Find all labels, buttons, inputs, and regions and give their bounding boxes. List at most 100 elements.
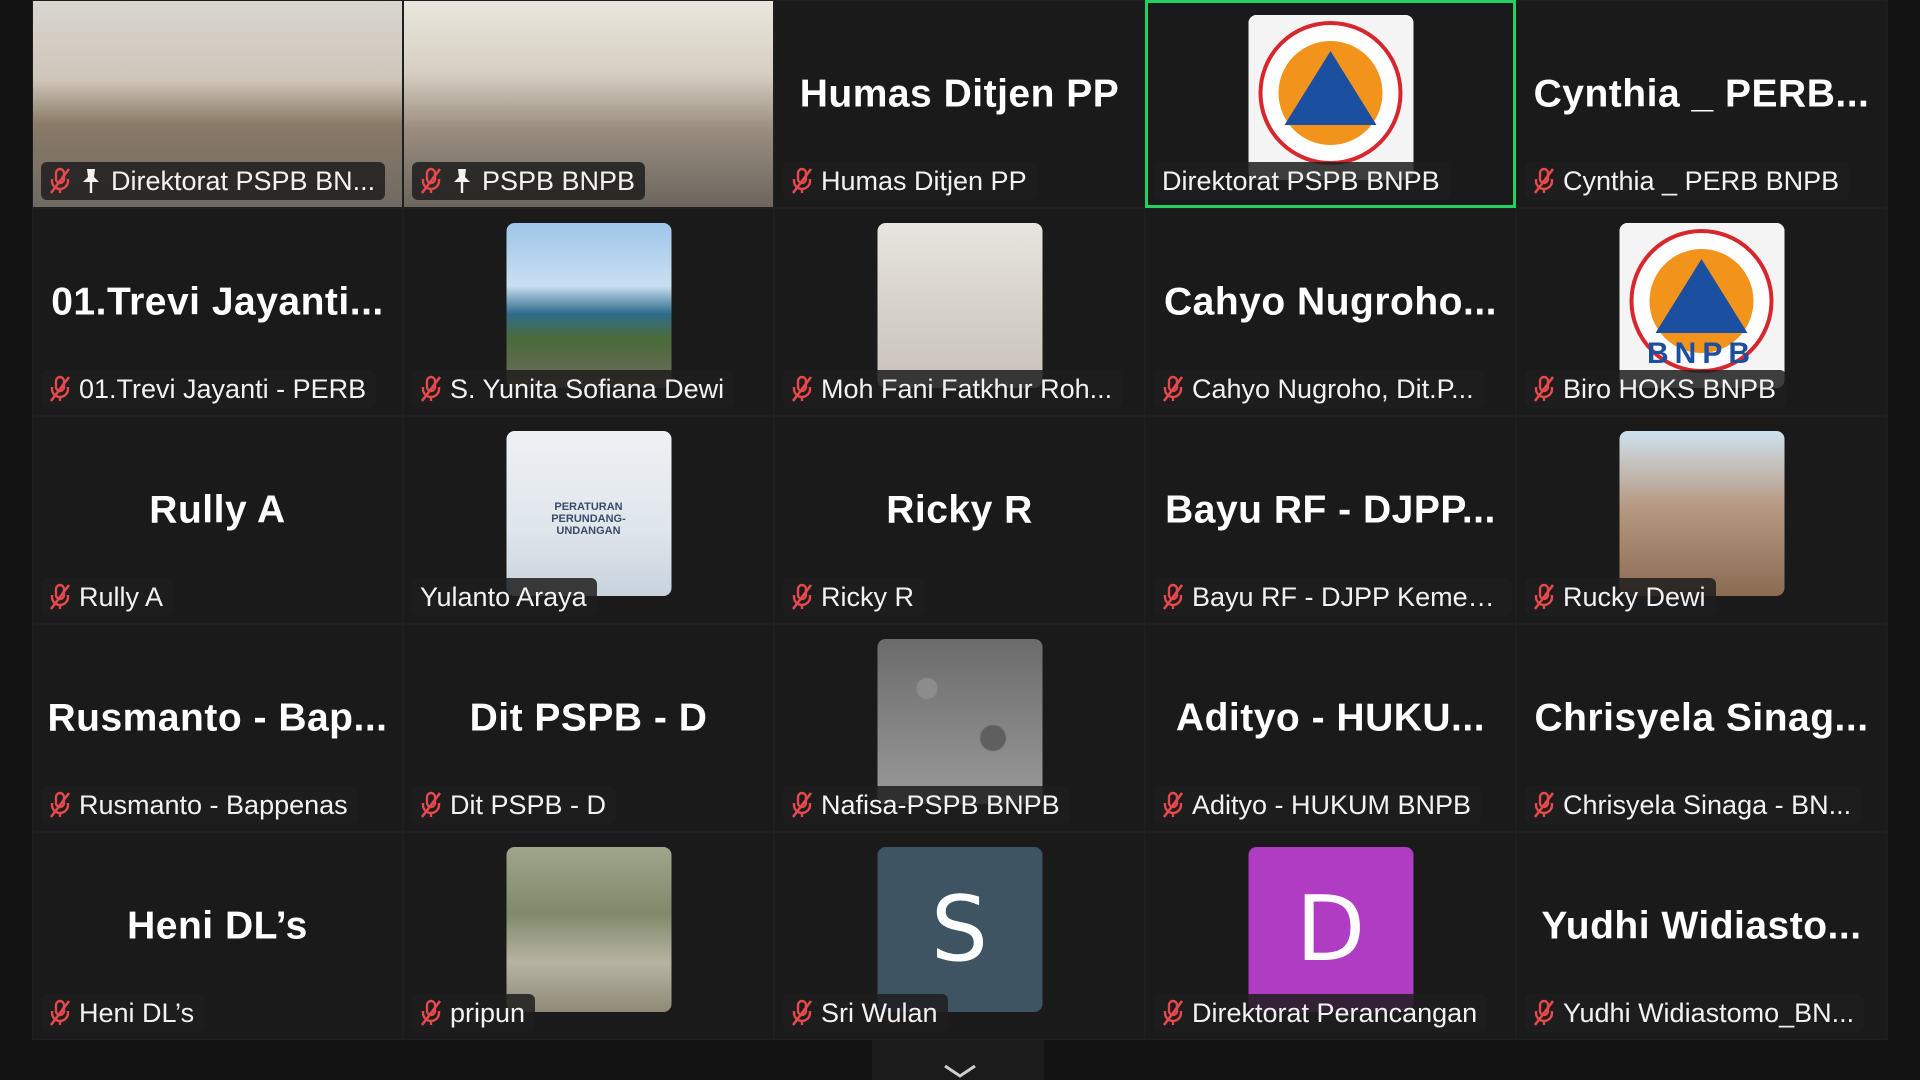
participant-display-name: Rusmanto - Bap... — [47, 696, 388, 740]
mic-muted-icon — [1162, 583, 1184, 610]
participant-name-label: Yudhi Widiastomo_BN... — [1525, 994, 1865, 1032]
chevron-down-icon[interactable] — [942, 1063, 978, 1079]
participant-name: Cynthia _ PERB BNPB — [1563, 165, 1840, 196]
participant-tile[interactable]: Cynthia _ PERB... Cynthia _ PERB BNPB — [1516, 0, 1887, 208]
participant-name: Rusmanto - Bappenas — [79, 789, 348, 820]
logo-text: BNPB — [1646, 337, 1757, 370]
participant-name-label: S. Yunita Sofiana Dewi — [412, 370, 735, 408]
mic-muted-icon — [1162, 375, 1184, 402]
mic-muted-icon — [420, 167, 442, 194]
participant-tile[interactable]: S. Yunita Sofiana Dewi — [403, 208, 774, 416]
mic-muted-icon — [1533, 375, 1555, 402]
participant-name: Rucky Dewi — [1563, 581, 1706, 612]
avatar-initial: S — [930, 877, 989, 982]
participant-name: Dit PSPB - D — [450, 789, 607, 820]
avatar — [1248, 15, 1413, 180]
participant-name: Yulanto Araya — [420, 581, 587, 612]
participant-display-name: Dit PSPB - D — [469, 696, 708, 740]
participant-name-label: Heni DL’s — [41, 994, 205, 1032]
participant-name-label: pripun — [412, 994, 536, 1032]
participant-name: Moh Fani Fatkhur Roh... — [821, 373, 1113, 404]
avatar — [506, 847, 671, 1012]
participant-name-label: Cynthia _ PERB BNPB — [1525, 162, 1850, 200]
bnpb-logo-icon — [1248, 15, 1413, 180]
participant-tile[interactable]: Rully A Rully A — [32, 416, 403, 624]
mic-muted-icon — [791, 583, 813, 610]
participant-tile[interactable]: Direktorat PSPB BNPB — [1145, 0, 1516, 208]
mic-muted-icon — [791, 167, 813, 194]
mic-muted-icon — [791, 999, 813, 1026]
participant-name-label: Rusmanto - Bappenas — [41, 786, 358, 824]
mic-muted-icon — [49, 167, 71, 194]
participant-name: Cahyo Nugroho, Dit.P... — [1192, 373, 1474, 404]
participant-display-name: Rully A — [149, 488, 286, 532]
participant-name-label: Adityo - HUKUM BNPB — [1154, 786, 1482, 824]
mic-muted-icon — [1162, 791, 1184, 818]
participant-display-name: Heni DL’s — [127, 904, 308, 948]
participant-tile[interactable]: Humas Ditjen PP Humas Ditjen PP — [774, 0, 1145, 208]
participant-tile[interactable]: Heni DL’s Heni DL’s — [32, 832, 403, 1040]
avatar — [506, 223, 671, 388]
avatar — [877, 223, 1042, 388]
participant-name-label: Direktorat PSPB BNPB — [1154, 162, 1450, 200]
participant-tile[interactable]: pripun — [403, 832, 774, 1040]
participant-name-label: Humas Ditjen PP — [783, 162, 1037, 200]
participant-name-label: Chrisyela Sinaga - BN... — [1525, 786, 1862, 824]
participant-name: Ricky R — [821, 581, 914, 612]
participant-name-label: Bayu RF - DJPP Kemen... — [1154, 578, 1512, 616]
participant-display-name: Yudhi Widiasto... — [1541, 904, 1862, 948]
pin-icon — [454, 169, 470, 193]
mic-muted-icon — [49, 375, 71, 402]
participant-tile[interactable]: PERATURAN PERUNDANG-UNDANGAN Yulanto Ara… — [403, 416, 774, 624]
participant-tile[interactable]: Ricky R Ricky R — [774, 416, 1145, 624]
participant-name-label: Cahyo Nugroho, Dit.P... — [1154, 370, 1484, 408]
participant-tile[interactable]: Cahyo Nugroho... Cahyo Nugroho, Dit.P... — [1145, 208, 1516, 416]
participant-name-label: Rucky Dewi — [1525, 578, 1716, 616]
participant-name: Chrisyela Sinaga - BN... — [1563, 789, 1852, 820]
participant-tile[interactable]: Dit PSPB - D Dit PSPB - D — [403, 624, 774, 832]
participant-tile[interactable]: 01.Trevi Jayanti... 01.Trevi Jayanti - P… — [32, 208, 403, 416]
mic-muted-icon — [420, 375, 442, 402]
avatar-initial: D — [1295, 877, 1366, 982]
participant-tile[interactable]: Direktorat PSPB BN... — [32, 0, 403, 208]
mic-muted-icon — [49, 791, 71, 818]
participant-tile[interactable]: Yudhi Widiasto... Yudhi Widiastomo_BN... — [1516, 832, 1887, 1040]
participant-tile[interactable]: D Direktorat Perancangan — [1145, 832, 1516, 1040]
participant-tile[interactable]: PSPB BNPB — [403, 0, 774, 208]
pin-icon — [83, 169, 99, 193]
participant-name: 01.Trevi Jayanti - PERB — [79, 373, 367, 404]
participant-name: Biro HOKS BNPB — [1563, 373, 1777, 404]
participant-tile[interactable]: Rucky Dewi — [1516, 416, 1887, 624]
participant-tile[interactable]: Adityo - HUKU... Adityo - HUKUM BNPB — [1145, 624, 1516, 832]
mic-muted-icon — [1533, 999, 1555, 1026]
participant-tile[interactable]: Rusmanto - Bap... Rusmanto - Bappenas — [32, 624, 403, 832]
participant-tile[interactable]: Nafisa-PSPB BNPB — [774, 624, 1145, 832]
participant-name-label: Biro HOKS BNPB — [1525, 370, 1787, 408]
avatar: D — [1248, 847, 1413, 1012]
participant-name: Direktorat Perancangan — [1192, 997, 1478, 1028]
participant-name-label: Yulanto Araya — [412, 578, 597, 616]
participant-display-name: Cynthia _ PERB... — [1533, 72, 1870, 116]
participant-name: Nafisa-PSPB BNPB — [821, 789, 1060, 820]
participant-tile[interactable]: Chrisyela Sinag... Chrisyela Sinaga - BN… — [1516, 624, 1887, 832]
mic-muted-icon — [1162, 999, 1184, 1026]
participant-tile[interactable]: BNPB Biro HOKS BNPB — [1516, 208, 1887, 416]
participant-name: Humas Ditjen PP — [821, 165, 1027, 196]
participant-display-name: Adityo - HUKU... — [1175, 696, 1486, 740]
participant-tile[interactable]: Moh Fani Fatkhur Roh... — [774, 208, 1145, 416]
avatar — [877, 639, 1042, 804]
participant-tile[interactable]: S Sri Wulan — [774, 832, 1145, 1040]
participant-name: pripun — [450, 997, 526, 1028]
participant-gallery: Direktorat PSPB BN... PSPB BNPB Humas Di… — [32, 0, 1888, 1040]
participant-name: Yudhi Widiastomo_BN... — [1563, 997, 1855, 1028]
mic-muted-icon — [49, 999, 71, 1026]
participant-name: Direktorat PSPB BN... — [111, 165, 376, 196]
participant-name-label: PSPB BNPB — [412, 162, 646, 200]
avatar: PERATURAN PERUNDANG-UNDANGAN — [506, 431, 671, 596]
participant-name-label: Sri Wulan — [783, 994, 948, 1032]
participant-name-label: Ricky R — [783, 578, 924, 616]
participant-name: Adityo - HUKUM BNPB — [1192, 789, 1472, 820]
participant-tile[interactable]: Bayu RF - DJPP... Bayu RF - DJPP Kemen..… — [1145, 416, 1516, 624]
participant-display-name: Chrisyela Sinag... — [1534, 696, 1869, 740]
mic-muted-icon — [791, 375, 813, 402]
